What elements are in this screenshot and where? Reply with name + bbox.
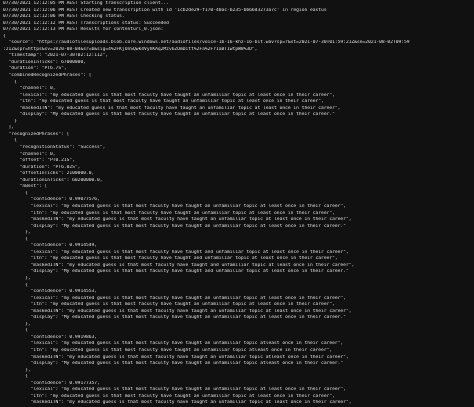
terminal-output[interactable]: 07/30/2021 12:12:05 PM AEST Starting tra… [0, 0, 474, 407]
terminal-line: "source": "https://audiofilesuploads.blo… [3, 40, 410, 46]
